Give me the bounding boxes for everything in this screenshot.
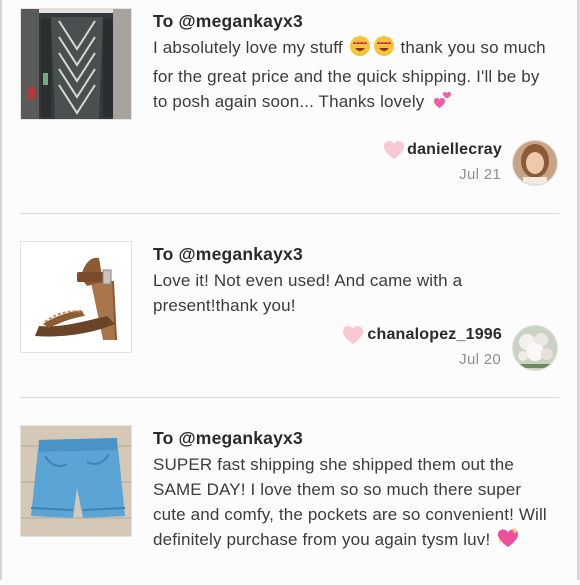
- sandal-photo[interactable]: [20, 241, 132, 353]
- recipient-label: To @megankayx3: [153, 11, 303, 31]
- reviewer-info: daniellecray Jul 21: [298, 138, 558, 194]
- review-body: To @megankayx3 I absolutely love my stuf…: [153, 8, 558, 118]
- reviewer-username[interactable]: chanalopez_1996: [367, 326, 502, 344]
- review-text-part: SUPER fast shipping she shipped them out…: [153, 455, 547, 549]
- review-date: Jul 21: [459, 166, 501, 183]
- user-avatar[interactable]: [512, 325, 558, 371]
- review-body: To @megankayx3 SUPER fast shipping she s…: [153, 425, 558, 556]
- recipient-label: To @megankayx3: [153, 244, 303, 264]
- two-hearts-emoji-icon: [430, 89, 454, 118]
- review-date: Jul 20: [459, 351, 501, 368]
- left-border: [0, 0, 2, 580]
- review-text: SUPER fast shipping she shipped them out…: [153, 452, 558, 556]
- heart-eyes-emoji-icon: [373, 35, 395, 64]
- review-body: To @megankayx3 Love it! Not even used! A…: [153, 241, 558, 318]
- heart-icon[interactable]: [383, 140, 405, 160]
- review-card: To @megankayx3 I absolutely love my stuf…: [20, 8, 558, 214]
- sparkling-heart-emoji-icon: [496, 527, 520, 556]
- review-text-part: I absolutely love my stuff: [153, 38, 343, 57]
- shorts-photo[interactable]: [20, 425, 132, 537]
- recipient-label: To @megankayx3: [153, 428, 303, 448]
- review-card: To @megankayx3 SUPER fast shipping she s…: [20, 425, 558, 585]
- divider: [20, 397, 559, 398]
- reviewer-username[interactable]: daniellecray: [407, 141, 502, 159]
- review-text: I absolutely love my stuff thank you so …: [153, 35, 558, 118]
- cardigan-photo[interactable]: [20, 8, 132, 120]
- review-text: Love it! Not even used! And came with a …: [153, 271, 463, 315]
- divider: [20, 213, 559, 214]
- user-avatar[interactable]: [512, 140, 558, 186]
- reviewer-info: chanalopez_1996 Jul 20: [298, 323, 558, 379]
- heart-icon[interactable]: [342, 325, 364, 345]
- heart-eyes-emoji-icon: [349, 35, 371, 64]
- review-card: To @megankayx3 Love it! Not even used! A…: [20, 241, 558, 397]
